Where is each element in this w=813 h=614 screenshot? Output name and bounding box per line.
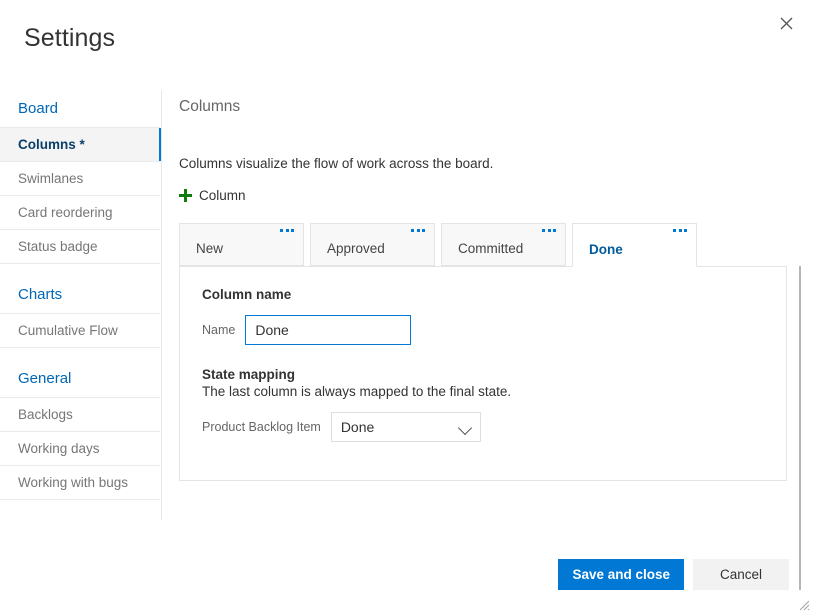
sidebar-item-label: Backlogs	[18, 407, 73, 422]
sidebar-item-swimlanes[interactable]: Swimlanes	[0, 161, 160, 195]
tab-new[interactable]: New	[179, 223, 304, 266]
sidebar-item-label: Status badge	[18, 239, 98, 254]
sidebar-item-columns[interactable]: Columns *	[0, 127, 160, 161]
close-button[interactable]	[769, 6, 803, 40]
state-mapping-section: State mapping The last column is always …	[202, 367, 764, 399]
state-mapping-row: Product Backlog Item Done	[202, 412, 764, 442]
sidebar-item-status-badge[interactable]: Status badge	[0, 229, 160, 264]
dialog-footer: Save and close Cancel	[558, 559, 789, 590]
column-tabs: New Approved Committed Done	[179, 223, 787, 266]
ellipsis-icon[interactable]	[673, 229, 687, 232]
plus-icon	[179, 189, 192, 202]
tab-label: Done	[589, 242, 623, 257]
nav-group-board: Board Columns * Swimlanes Card reorderin…	[0, 90, 160, 264]
page-description: Columns visualize the flow of work acros…	[179, 156, 787, 171]
name-label: Name	[202, 323, 235, 337]
nav-group-title-general: General	[0, 360, 160, 397]
ellipsis-icon[interactable]	[411, 229, 425, 232]
sidebar-item-label: Columns *	[18, 137, 85, 152]
state-mapping-value[interactable]: Done	[331, 412, 481, 442]
sidebar-divider	[161, 90, 162, 520]
sidebar-item-label: Card reordering	[18, 205, 113, 220]
tab-done[interactable]: Done	[572, 223, 697, 267]
mapping-label: Product Backlog Item	[202, 420, 321, 434]
column-name-input[interactable]	[245, 315, 411, 345]
close-icon	[780, 17, 793, 30]
sidebar-item-label: Working with bugs	[18, 475, 128, 490]
settings-content: Columns Columns visualize the flow of wo…	[179, 90, 787, 481]
dialog-body: Board Columns * Swimlanes Card reorderin…	[0, 90, 813, 544]
save-and-close-button[interactable]: Save and close	[558, 559, 684, 590]
nav-group-title-charts: Charts	[0, 276, 160, 313]
sidebar-item-backlogs[interactable]: Backlogs	[0, 397, 160, 431]
dialog-title: Settings	[24, 24, 115, 53]
content-scrollbar[interactable]	[799, 266, 801, 590]
add-column-label: Column	[199, 188, 246, 203]
sidebar-item-label: Swimlanes	[18, 171, 83, 186]
state-mapping-heading: State mapping	[202, 367, 764, 382]
sidebar-item-card-reordering[interactable]: Card reordering	[0, 195, 160, 229]
settings-sidebar: Board Columns * Swimlanes Card reorderin…	[0, 90, 160, 500]
settings-dialog: Settings Board Columns * Swimlanes Card …	[0, 0, 813, 614]
column-name-heading: Column name	[202, 287, 764, 302]
cancel-button[interactable]: Cancel	[693, 559, 789, 590]
resize-grip-icon[interactable]	[796, 597, 810, 611]
nav-group-charts: Charts Cumulative Flow	[0, 276, 160, 348]
tab-label: Committed	[458, 241, 523, 256]
sidebar-item-label: Cumulative Flow	[18, 323, 118, 338]
nav-group-general: General Backlogs Working days Working wi…	[0, 360, 160, 500]
add-column-button[interactable]: Column	[179, 188, 246, 203]
sidebar-item-cumulative-flow[interactable]: Cumulative Flow	[0, 313, 160, 348]
tab-label: Approved	[327, 241, 385, 256]
column-tabs-region: New Approved Committed Done	[179, 223, 787, 481]
column-settings-panel: Column name Name State mapping The last …	[179, 266, 787, 481]
sidebar-item-label: Working days	[18, 441, 100, 456]
nav-group-title-board: Board	[0, 90, 160, 127]
tab-label: New	[196, 241, 223, 256]
column-name-row: Name	[202, 315, 764, 345]
sidebar-item-working-with-bugs[interactable]: Working with bugs	[0, 465, 160, 500]
state-mapping-note: The last column is always mapped to the …	[202, 384, 764, 399]
ellipsis-icon[interactable]	[542, 229, 556, 232]
ellipsis-icon[interactable]	[280, 229, 294, 232]
sidebar-item-working-days[interactable]: Working days	[0, 431, 160, 465]
tab-committed[interactable]: Committed	[441, 223, 566, 266]
tab-approved[interactable]: Approved	[310, 223, 435, 266]
state-mapping-dropdown[interactable]: Done	[331, 412, 481, 442]
page-title: Columns	[179, 98, 787, 116]
